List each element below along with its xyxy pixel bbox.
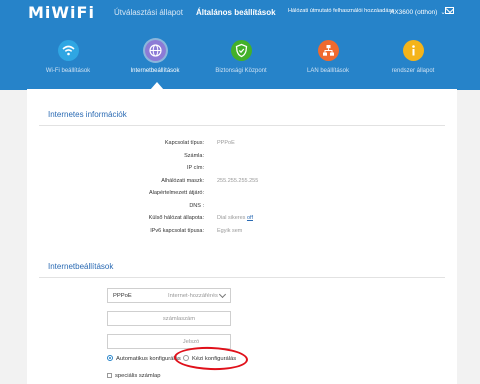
- wifi-icon: [57, 40, 79, 61]
- info-label: Külső hálózat állapota:: [148, 215, 204, 221]
- settings-panel: Internetes információk Kapcsolat típus: …: [27, 89, 457, 384]
- device-name: AX3600 (otthon): [390, 9, 438, 16]
- divider: [39, 125, 445, 126]
- info-row: DNS :: [27, 203, 447, 214]
- chevron-down-icon: [218, 290, 227, 299]
- nav-router-status[interactable]: Útválasztási állapot: [114, 8, 183, 17]
- info-row: Számla:: [27, 153, 447, 164]
- nav-general-settings[interactable]: Általános beállítások: [196, 8, 276, 17]
- info-row: Alhálózati maszk: 255.255.255.255: [27, 178, 447, 189]
- status-text: Dial sikeres: [217, 215, 246, 221]
- info-label: Kapcsolat típus:: [164, 140, 204, 146]
- info-value: Egyik sem: [217, 227, 243, 234]
- info-label: IPv6 kapcsolat típusa:: [150, 227, 204, 234]
- info-label: DNS :: [189, 202, 204, 209]
- network-icon: [317, 40, 339, 61]
- top-bar: MiWiFi Útválasztási állapot Általános be…: [0, 0, 480, 90]
- info-row: Alapértelmezett átjáró:: [27, 190, 447, 201]
- divider: [39, 277, 445, 278]
- nav-extra-link[interactable]: Hálózati útmutató felhasználói hozzáadás…: [288, 8, 394, 14]
- auto-config-option[interactable]: Automatikus konfigurálás: [107, 355, 181, 362]
- special-account-checkbox[interactable]: [107, 373, 112, 378]
- info-value: PPPoE: [217, 140, 235, 146]
- tab-system-status[interactable]: rendszer állapot: [368, 40, 458, 74]
- dns-config-options: Automatikus konfigurálás Kézi konfigurál…: [107, 355, 236, 362]
- username-field[interactable]: számlaszám: [107, 311, 231, 326]
- device-selector[interactable]: AX3600 (otthon) ⌄: [390, 8, 446, 16]
- logo: MiWiFi: [28, 3, 95, 22]
- select-hint: Internet-hozzáférés: [168, 293, 218, 299]
- tab-label: Wi-Fi beállítások: [45, 68, 91, 74]
- info-row: IPv6 kapcsolat típusa: Egyik sem: [27, 228, 447, 239]
- info-label: Alhálózati maszk:: [161, 177, 204, 184]
- tab-label: rendszer állapot: [391, 68, 435, 74]
- info-label: IP cím:: [186, 165, 204, 171]
- tab-label: Internetbeállítások: [130, 68, 180, 74]
- info-value: 255.255.255.255: [217, 177, 259, 184]
- info-row: Külső hálózat állapota: Dial sikeres off: [27, 215, 447, 226]
- select-value: PPPoE: [113, 293, 132, 299]
- connection-type-select[interactable]: PPPoE Internet-hozzáférés: [107, 288, 231, 303]
- tab-lan-settings[interactable]: LAN beállítások: [283, 40, 373, 74]
- tab-wifi-settings[interactable]: Wi-Fi beállítások: [23, 40, 113, 74]
- radio-auto-label: Automatikus konfigurálás: [116, 356, 181, 362]
- info-value: Dial sikeres off: [217, 215, 253, 221]
- radio-auto[interactable]: [107, 355, 113, 361]
- tab-label: LAN beállítások: [306, 68, 350, 74]
- tab-security-center[interactable]: Biztonsági Központ: [196, 40, 286, 74]
- disconnect-link[interactable]: off: [247, 215, 253, 221]
- globe-icon: [144, 40, 166, 61]
- info-label: Számla:: [184, 152, 204, 159]
- info-icon: [402, 40, 424, 61]
- info-row: Kapcsolat típus: PPPoE: [27, 140, 447, 151]
- shield-icon: [230, 40, 252, 61]
- checkbox-label: speciális számlap: [115, 373, 161, 379]
- info-label: Alapértelmezett átjáró:: [148, 190, 204, 196]
- info-row: IP cím:: [27, 165, 447, 176]
- special-account-option[interactable]: speciális számlap: [107, 373, 160, 379]
- internet-info-title: Internetes információk: [48, 110, 127, 119]
- internet-settings-title: Internetbeállítások: [48, 262, 114, 271]
- mail-icon[interactable]: [445, 7, 454, 14]
- tab-label: Biztonsági Központ: [215, 68, 267, 74]
- tab-internet-settings[interactable]: Internetbeállítások: [110, 40, 200, 74]
- red-annotation-circle: [173, 345, 249, 372]
